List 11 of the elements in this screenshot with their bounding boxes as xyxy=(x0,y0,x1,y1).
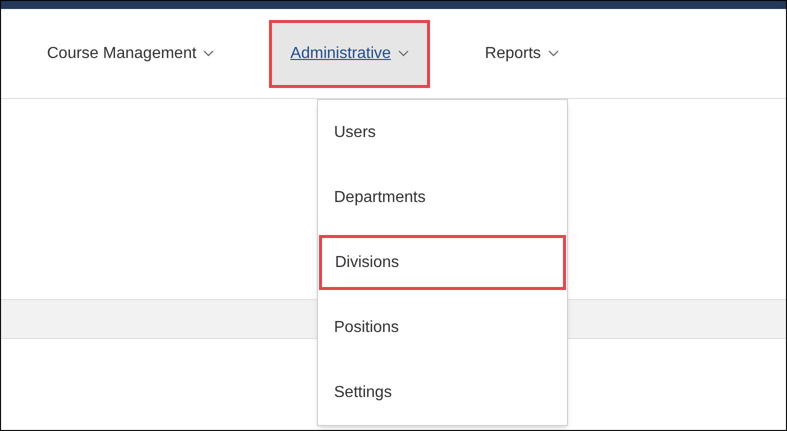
menu-item[interactable]: Departments xyxy=(318,165,567,230)
menu-item[interactable]: Settings xyxy=(318,360,567,425)
chevron-down-icon xyxy=(398,50,409,57)
nav-menu[interactable]: Administrative xyxy=(269,20,430,88)
nav-menu[interactable]: Reports xyxy=(464,20,580,88)
chevron-down-icon xyxy=(548,50,559,57)
menu-item[interactable]: Positions xyxy=(318,295,567,360)
menu-item[interactable]: Users xyxy=(318,100,567,165)
menu-item[interactable]: Divisions xyxy=(319,235,566,290)
nav-menu[interactable]: Course Management xyxy=(26,20,236,88)
chevron-down-icon xyxy=(203,50,214,57)
